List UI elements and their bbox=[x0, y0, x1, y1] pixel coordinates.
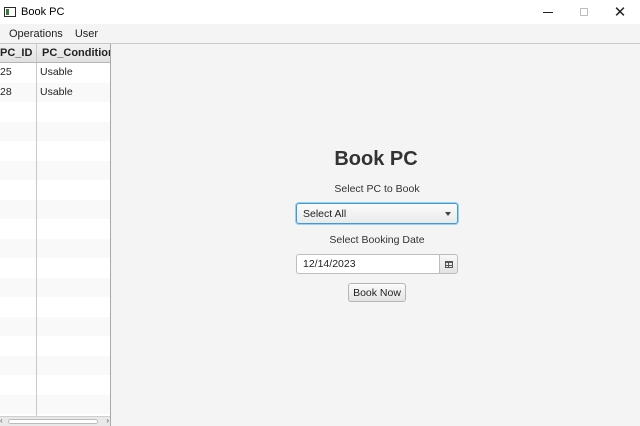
calendar-button[interactable] bbox=[439, 254, 458, 274]
cell-pc-condition bbox=[37, 375, 110, 395]
pc-select-dropdown[interactable]: Select All bbox=[296, 203, 458, 224]
cell-pc-id bbox=[0, 141, 37, 161]
menu-bar: Operations User bbox=[0, 24, 640, 44]
table-row[interactable] bbox=[0, 199, 110, 220]
book-now-button[interactable]: Book Now bbox=[348, 283, 406, 302]
table-row[interactable] bbox=[0, 219, 110, 239]
scrollbar-thumb[interactable] bbox=[8, 419, 98, 424]
cell-pc-condition bbox=[37, 336, 110, 356]
title-bar: Book PC ✕ bbox=[0, 0, 640, 24]
page-title: Book PC bbox=[334, 148, 418, 170]
maximize-button[interactable] bbox=[566, 0, 602, 24]
cell-pc-id bbox=[0, 160, 37, 180]
cell-pc-id bbox=[0, 277, 37, 297]
table-row[interactable] bbox=[0, 160, 110, 181]
booking-date-field[interactable]: 12/14/2023 bbox=[296, 254, 439, 274]
chevron-down-icon bbox=[445, 211, 451, 216]
menu-user[interactable]: User bbox=[69, 28, 104, 40]
pc-select-value: Select All bbox=[303, 207, 347, 220]
table-row[interactable] bbox=[0, 102, 110, 122]
minimize-button[interactable] bbox=[530, 0, 566, 24]
cell-pc-condition bbox=[37, 122, 110, 142]
app-icon bbox=[4, 7, 16, 17]
table-row[interactable] bbox=[0, 121, 110, 142]
cell-pc-condition bbox=[37, 141, 110, 161]
table-row[interactable] bbox=[0, 180, 110, 200]
table-row[interactable] bbox=[0, 355, 110, 376]
table-row[interactable] bbox=[0, 141, 110, 161]
cell-pc-id bbox=[0, 238, 37, 258]
horizontal-scrollbar[interactable]: ‹ › bbox=[0, 416, 110, 426]
cell-pc-id-text: 25 bbox=[0, 66, 12, 78]
cell-pc-id: 28 bbox=[0, 82, 37, 102]
cell-pc-condition: Usable bbox=[40, 85, 73, 98]
cell-pc-id bbox=[0, 316, 37, 336]
cell-pc-id bbox=[0, 180, 37, 200]
column-header-pc-id[interactable]: PC_ID bbox=[0, 44, 37, 62]
scroll-left-icon[interactable]: ‹ bbox=[0, 416, 3, 425]
table-row[interactable]: 25 Usable bbox=[0, 63, 110, 83]
cell-pc-id bbox=[0, 375, 37, 395]
table-row[interactable] bbox=[0, 297, 110, 317]
scroll-right-icon[interactable]: › bbox=[106, 416, 109, 425]
table-row[interactable] bbox=[0, 238, 110, 259]
cell-pc-id bbox=[0, 394, 37, 414]
table-row[interactable] bbox=[0, 277, 110, 298]
cell-pc-id bbox=[0, 199, 37, 219]
select-date-label: Select Booking Date bbox=[329, 234, 425, 246]
table-row[interactable] bbox=[0, 316, 110, 337]
table-body: 25 Usable 28 Usable bbox=[0, 63, 110, 426]
close-button[interactable]: ✕ bbox=[602, 0, 638, 24]
table-header: PC_ID PC_Condition bbox=[0, 44, 110, 63]
menu-operations[interactable]: Operations bbox=[3, 28, 69, 40]
booking-date-value: 12/14/2023 bbox=[303, 258, 356, 270]
cell-pc-condition bbox=[37, 297, 110, 317]
table-row[interactable]: 28 Usable bbox=[0, 82, 110, 102]
cell-pc-condition bbox=[37, 180, 110, 200]
cell-pc-condition bbox=[37, 258, 110, 278]
close-icon: ✕ bbox=[613, 2, 627, 21]
maximize-icon bbox=[580, 8, 588, 16]
minimize-icon bbox=[543, 11, 553, 13]
cell-pc-id bbox=[0, 297, 37, 317]
cell-pc-id-text: 28 bbox=[0, 85, 12, 98]
cell-pc-condition bbox=[37, 317, 110, 337]
cell-pc-condition bbox=[37, 395, 110, 415]
cell-pc-id: 25 bbox=[0, 63, 37, 83]
cell-pc-id bbox=[0, 336, 37, 356]
cell-pc-id bbox=[0, 219, 37, 239]
cell-pc-condition bbox=[37, 102, 110, 122]
table-row[interactable] bbox=[0, 375, 110, 395]
cell-pc-condition bbox=[37, 356, 110, 376]
table-row[interactable] bbox=[0, 336, 110, 356]
calendar-icon bbox=[444, 260, 453, 268]
cell-pc-condition bbox=[37, 200, 110, 220]
select-pc-label: Select PC to Book bbox=[334, 183, 420, 195]
cell-pc-condition bbox=[37, 278, 110, 298]
cell-pc-id bbox=[0, 121, 37, 141]
cell-pc-condition bbox=[37, 239, 110, 259]
table-row[interactable] bbox=[0, 258, 110, 278]
cell-pc-condition: Usable bbox=[40, 66, 73, 78]
cell-pc-condition bbox=[37, 219, 110, 239]
window-title: Book PC bbox=[21, 6, 65, 18]
pc-table[interactable]: PC_ID PC_Condition 25 Usable 28 Usable ‹ › bbox=[0, 44, 111, 426]
cell-pc-id bbox=[0, 258, 37, 278]
table-row[interactable] bbox=[0, 394, 110, 415]
column-header-pc-condition[interactable]: PC_Condition bbox=[37, 44, 110, 62]
cell-pc-condition bbox=[37, 161, 110, 181]
cell-pc-id bbox=[0, 355, 37, 375]
cell-pc-id bbox=[0, 102, 37, 122]
